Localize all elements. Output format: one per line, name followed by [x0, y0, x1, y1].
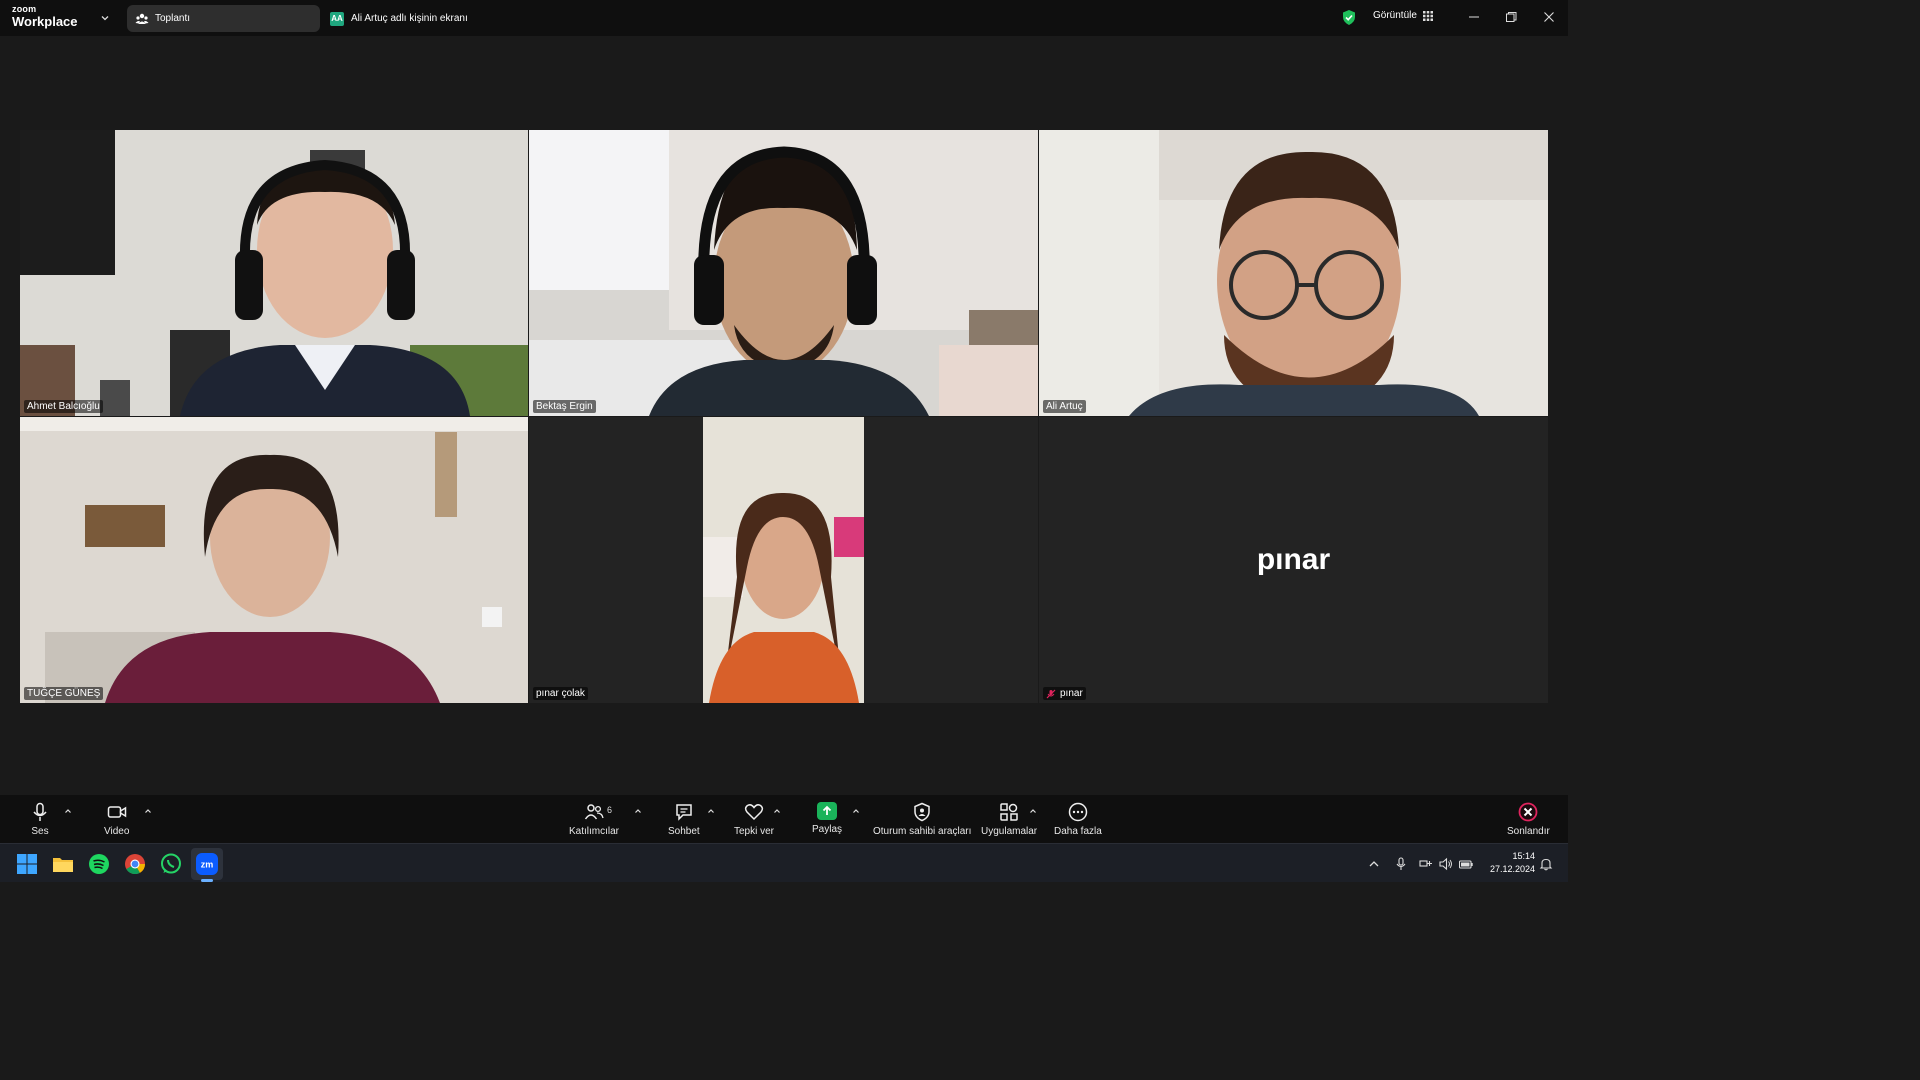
tab-meeting[interactable]: Toplantı — [127, 5, 320, 32]
file-explorer-icon[interactable] — [51, 852, 75, 876]
share-screen-button[interactable]: Paylaş — [812, 802, 842, 835]
participant-video — [529, 417, 1038, 703]
restore-icon[interactable] — [1504, 10, 1518, 24]
volume-icon[interactable] — [1439, 857, 1453, 871]
share-tab-label: Ali Artuç adlı kişinin ekranı — [351, 13, 468, 24]
participant-name-tag: pınar çolak — [533, 687, 588, 700]
participant-name: Bektaş Ergin — [536, 401, 593, 412]
meeting-tab-label: Toplantı — [155, 13, 191, 24]
participant-name: Ali Artuç — [1046, 401, 1083, 412]
react-button[interactable]: Tepki ver — [734, 802, 774, 837]
chat-icon — [676, 804, 692, 821]
participant-video — [529, 130, 1038, 416]
chat-label: Sohbet — [668, 826, 700, 837]
chevron-up-icon[interactable] — [852, 807, 860, 815]
chevron-up-icon[interactable] — [773, 807, 781, 815]
participant-name: TUĞÇE GÜNEŞ — [27, 688, 101, 699]
security-shield-icon[interactable] — [1341, 9, 1357, 26]
notification-bell-icon[interactable] — [1539, 857, 1553, 871]
audio-label: Ses — [31, 826, 49, 837]
participant-name-tag: Ali Artuç — [1043, 400, 1086, 413]
spotify-icon[interactable] — [87, 852, 111, 876]
windows-taskbar: zm 15:14 27.12.2024 — [0, 843, 1568, 882]
apps-label: Uygulamalar — [981, 826, 1038, 837]
participant-display-name: pınar — [1256, 543, 1331, 576]
whatsapp-icon[interactable] — [159, 852, 183, 876]
end-meeting-button[interactable]: Sonlandır — [1507, 802, 1550, 837]
end-x-icon — [1519, 802, 1538, 822]
chevron-down-icon[interactable] — [99, 12, 111, 24]
more-button[interactable]: Daha fazla — [1054, 802, 1102, 837]
clock-date: 27.12.2024 — [1489, 864, 1535, 874]
network-icon[interactable] — [1419, 857, 1433, 871]
brand-small: zoom — [12, 4, 37, 14]
participants-label: Katılımcılar — [569, 826, 620, 837]
video-tile[interactable]: Ali Artuç — [1039, 130, 1548, 416]
svg-text:zm: zm — [201, 860, 214, 870]
title-bar: zoom Workplace Toplantı AA Ali Artuç adl… — [0, 0, 1568, 36]
chrome-icon[interactable] — [123, 852, 147, 876]
video-tile[interactable]: pınar çolak — [529, 417, 1038, 703]
chevron-up-icon[interactable] — [707, 807, 715, 815]
host-tools-label: Oturum sahibi araçları — [873, 826, 972, 837]
chevron-up-icon[interactable] — [1367, 857, 1381, 871]
tab-screen-share[interactable]: AA Ali Artuç adlı kişinin ekranı — [330, 5, 468, 32]
chevron-up-icon[interactable] — [64, 807, 72, 815]
participant-video — [20, 130, 528, 416]
participant-video — [1039, 130, 1548, 416]
participant-name: pınar çolak — [536, 688, 585, 699]
video-button[interactable]: Video — [104, 802, 129, 837]
minimize-icon[interactable] — [1467, 10, 1481, 24]
participant-name-tag: Bektaş Ergin — [533, 400, 596, 413]
participant-name-tag: TUĞÇE GÜNEŞ — [24, 687, 104, 700]
participant-name-tag: Ahmet Balcıoğlu — [24, 400, 103, 413]
view-button[interactable]: Görüntüle — [1373, 10, 1433, 21]
meeting-toolbar: Ses Video Katılımcılar 6 Sohbet Tepki ve… — [0, 795, 1568, 843]
clock-time: 15:14 — [1512, 851, 1535, 861]
microphone-muted-icon — [1046, 689, 1056, 698]
brand-big: Workplace — [12, 14, 78, 29]
participant-name: Ahmet Balcıoğlu — [27, 401, 100, 412]
heart-icon — [744, 804, 764, 821]
react-label: Tepki ver — [734, 826, 775, 837]
microphone-icon[interactable] — [1394, 857, 1408, 871]
share-label: Paylaş — [812, 824, 843, 835]
participant-name-tag: pınar — [1043, 687, 1086, 700]
microphone-icon — [33, 802, 47, 821]
video-camera-icon — [107, 806, 126, 818]
participants-count-badge: 6 — [607, 805, 613, 815]
video-tile-camera-off[interactable]: pınar pınar — [1039, 417, 1548, 703]
video-label: Video — [104, 826, 130, 837]
grid-icon — [1422, 10, 1433, 21]
chevron-up-icon[interactable] — [1029, 807, 1037, 815]
end-label: Sonlandır — [1507, 826, 1550, 837]
active-app-indicator — [201, 879, 213, 882]
windows-start-icon[interactable] — [15, 852, 39, 876]
chat-button[interactable]: Sohbet — [668, 802, 700, 837]
video-tile-active-speaker[interactable]: Bektaş Ergin — [529, 130, 1038, 416]
video-tile[interactable]: Ahmet Balcıoğlu — [20, 130, 528, 416]
chevron-up-icon[interactable] — [634, 807, 642, 815]
more-label: Daha fazla — [1054, 826, 1102, 837]
system-clock[interactable]: 15:14 27.12.2024 — [1483, 850, 1535, 876]
close-icon[interactable] — [1542, 10, 1556, 24]
video-tile[interactable]: TUĞÇE GÜNEŞ — [20, 417, 528, 703]
participants-icon — [584, 804, 604, 820]
apps-icon — [1000, 803, 1018, 821]
more-dots-icon — [1068, 802, 1088, 822]
chevron-up-icon[interactable] — [144, 807, 152, 815]
participant-video — [20, 417, 528, 703]
share-screen-icon — [817, 802, 837, 820]
battery-icon[interactable] — [1459, 857, 1473, 871]
avatar: AA — [330, 11, 344, 26]
shield-icon — [914, 802, 930, 822]
host-tools-button[interactable]: Oturum sahibi araçları — [873, 802, 971, 837]
zoom-icon[interactable]: zm — [195, 852, 219, 876]
view-label: Görüntüle — [1373, 10, 1417, 21]
audio-button[interactable]: Ses — [30, 802, 50, 837]
participant-name: pınar — [1060, 688, 1083, 699]
participants-group-icon — [135, 13, 149, 24]
zoom-workplace-logo[interactable]: zoom Workplace — [12, 4, 78, 29]
